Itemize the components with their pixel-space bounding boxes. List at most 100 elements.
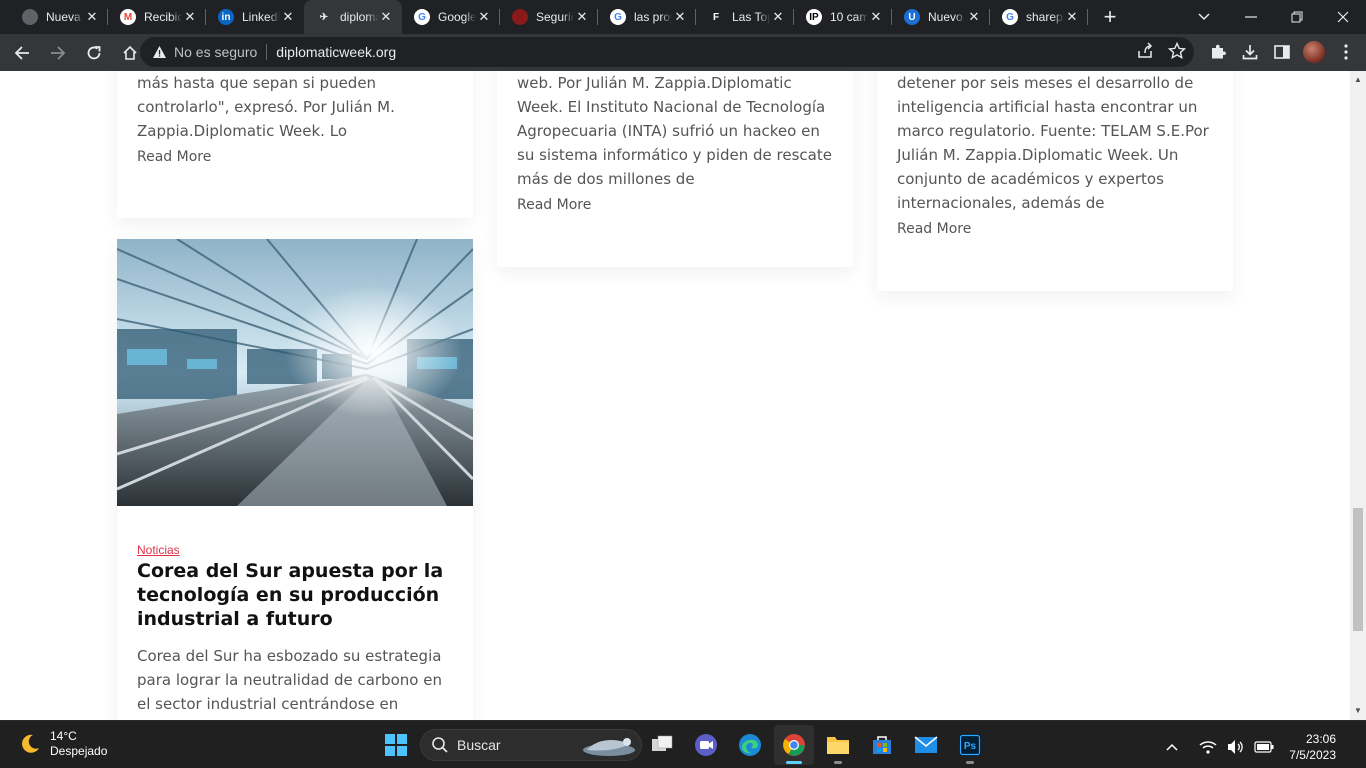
post-category-link[interactable]: Noticias [137, 543, 180, 557]
show-hidden-icons-button[interactable] [1161, 736, 1183, 758]
tab-close-icon[interactable]: ✕ [280, 9, 296, 25]
tab-title: Recibidos [144, 10, 182, 24]
tab-close-icon[interactable]: ✕ [182, 9, 198, 25]
browser-tab[interactable]: Glas proyecciones✕ [598, 0, 696, 34]
browser-tab[interactable]: G Google ✕ [402, 0, 500, 34]
post-image[interactable] [117, 239, 473, 506]
tab-close-icon[interactable]: ✕ [378, 9, 394, 25]
speaker-icon [1228, 740, 1244, 754]
tab-close-icon[interactable]: ✕ [574, 9, 590, 25]
tab-close-icon[interactable]: ✕ [868, 9, 884, 25]
read-more-link[interactable]: Read More [517, 197, 591, 213]
store-button[interactable] [862, 725, 902, 765]
restore-button[interactable] [1274, 0, 1320, 34]
mail-button[interactable] [906, 725, 946, 765]
browser-tab[interactable]: Seguridad✕ [500, 0, 598, 34]
notification-corner[interactable] [1346, 727, 1352, 767]
post-excerpt: más hasta que sepan si pueden controlarl… [137, 74, 395, 140]
tab-title: Seguridad [536, 10, 574, 24]
volume-button[interactable] [1225, 736, 1247, 758]
scroll-thumb[interactable] [1353, 508, 1363, 631]
tab-title: LinkedIn [242, 10, 280, 24]
factory-photo [117, 239, 473, 506]
browser-toolbar: No es seguro diplomaticweek.org [0, 34, 1366, 71]
tab-close-icon[interactable]: ✕ [966, 9, 982, 25]
taskbar-search[interactable]: Buscar [420, 729, 642, 761]
battery-icon [1254, 741, 1274, 753]
svg-text:Ps: Ps [964, 741, 977, 752]
post-excerpt: Corea del Sur ha esbozado su estrategia … [137, 647, 442, 720]
tab-close-icon[interactable]: ✕ [672, 9, 688, 25]
tab-close-icon[interactable]: ✕ [84, 9, 100, 25]
clock-time: 23:06 [1305, 732, 1336, 746]
post-card: Noticias Corea del Sur apuesta por la te… [117, 239, 473, 720]
omnibox-actions [1136, 41, 1187, 63]
download-icon [1242, 45, 1258, 60]
post-title[interactable]: Corea del Sur apuesta por la tecnología … [137, 559, 457, 631]
url-text[interactable]: diplomaticweek.org [276, 44, 396, 60]
teams-button[interactable] [686, 725, 726, 765]
tab-title: diplomaticweek [340, 10, 378, 24]
wifi-button[interactable] [1197, 736, 1219, 758]
browser-tab[interactable]: Gsharepoint✕ [990, 0, 1088, 34]
chrome-icon [22, 9, 38, 25]
browser-tab[interactable]: in LinkedIn✕ [206, 0, 304, 34]
reload-button[interactable] [78, 37, 110, 69]
gmail-icon: M [120, 9, 136, 25]
tab-close-icon[interactable]: ✕ [1064, 9, 1080, 25]
start-button[interactable] [376, 725, 416, 765]
windows-taskbar: 14°C Despejado Buscar Ps 23:06 7/5/2023 [0, 720, 1366, 768]
close-window-button[interactable] [1320, 0, 1366, 34]
browser-tab[interactable]: ✈ diplomaticweek✕ [304, 0, 402, 34]
minimize-button[interactable] [1228, 0, 1274, 34]
new-tab-button[interactable]: + [1096, 3, 1124, 31]
omnibox-divider [266, 44, 268, 60]
warning-icon[interactable] [152, 45, 168, 59]
photoshop-button[interactable]: Ps [950, 725, 990, 765]
minimize-icon [1245, 16, 1257, 18]
taskbar-pinned-apps: Ps [642, 725, 994, 765]
tab-title: Nuevo [928, 10, 963, 24]
tab-search-button[interactable] [1192, 6, 1216, 28]
tab-title: sharepoint [1026, 10, 1064, 24]
page-scrollbar[interactable]: ▲ ▼ [1350, 71, 1366, 720]
scroll-down-arrow[interactable]: ▼ [1354, 707, 1362, 715]
read-more-link[interactable]: Read More [137, 149, 211, 165]
edge-button[interactable] [730, 725, 770, 765]
tab-close-icon[interactable]: ✕ [770, 9, 786, 25]
taskbar-apps [376, 725, 420, 765]
window-controls [1228, 0, 1366, 34]
system-clock[interactable]: 23:06 7/5/2023 [1289, 731, 1336, 763]
menu-button[interactable] [1334, 39, 1358, 65]
chevron-up-icon [1166, 743, 1178, 751]
task-view-button[interactable] [642, 725, 682, 765]
side-panel-button[interactable] [1270, 39, 1294, 65]
weather-widget[interactable]: 14°C Despejado [18, 729, 107, 759]
security-label[interactable]: No es seguro [174, 44, 257, 60]
browser-tab[interactable]: F Las Top ✕ [696, 0, 794, 34]
bookmark-star-icon[interactable] [1167, 41, 1187, 63]
browser-tab[interactable]: IP 10 cambios✕ [794, 0, 892, 34]
tab-close-icon[interactable]: ✕ [476, 9, 492, 25]
read-more-link[interactable]: Read More [897, 221, 971, 237]
extensions-button[interactable] [1206, 39, 1230, 65]
chevron-down-icon [1198, 13, 1210, 21]
chrome-taskbar-button[interactable] [774, 725, 814, 765]
profile-button[interactable] [1302, 39, 1326, 65]
browser-tab[interactable]: Nueva pestaña✕ [10, 0, 108, 34]
back-button[interactable] [6, 37, 38, 69]
diplomaticweek-icon: ✈ [319, 11, 329, 23]
share-icon[interactable] [1136, 42, 1154, 63]
downloads-button[interactable] [1238, 39, 1262, 65]
file-explorer-button[interactable] [818, 725, 858, 765]
post-card: más hasta que sepan si pueden controlarl… [117, 71, 473, 218]
post-excerpt: detener por seis meses el desarrollo de … [897, 74, 1209, 212]
address-bar[interactable]: No es seguro diplomaticweek.org [140, 37, 1194, 67]
google-icon: G [1002, 9, 1018, 25]
windows-start-icon [385, 734, 407, 756]
scroll-up-arrow[interactable]: ▲ [1354, 76, 1362, 84]
battery-button[interactable] [1253, 736, 1275, 758]
browser-tab[interactable]: M Recibidos✕ [108, 0, 206, 34]
browser-tab[interactable]: U Nuevo ✕ [892, 0, 990, 34]
forward-button[interactable] [42, 37, 74, 69]
